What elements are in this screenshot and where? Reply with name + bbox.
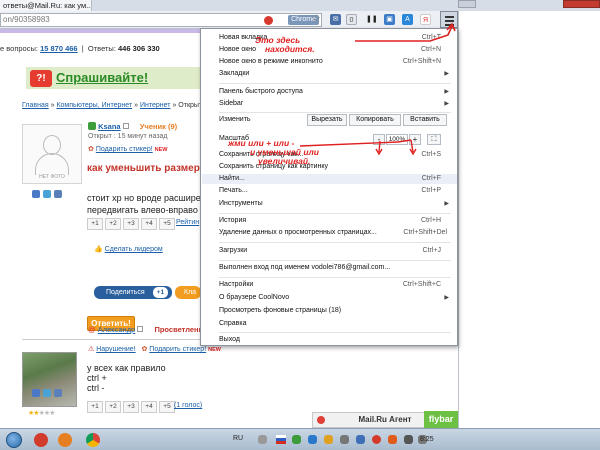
taskbar: RU 8:25 xyxy=(0,428,600,450)
tray-icon[interactable] xyxy=(324,435,333,444)
chrome-icon[interactable] xyxy=(86,433,100,447)
tray-icon[interactable] xyxy=(388,435,397,444)
firefox-icon[interactable] xyxy=(58,433,72,447)
flag-icon[interactable] xyxy=(276,435,286,444)
tray-icon[interactable] xyxy=(258,435,267,444)
network-icon[interactable] xyxy=(404,435,413,444)
opera-icon[interactable] xyxy=(34,433,48,447)
tray-icon[interactable] xyxy=(372,435,381,444)
clock[interactable]: 8:25 xyxy=(420,436,434,443)
tray-icon[interactable] xyxy=(356,435,365,444)
annotation-arrows xyxy=(299,22,456,156)
tray-icon[interactable] xyxy=(308,435,317,444)
tray-icon[interactable] xyxy=(340,435,349,444)
start-button[interactable] xyxy=(6,432,22,448)
tray-icon[interactable] xyxy=(292,435,301,444)
language-indicator[interactable]: RU xyxy=(233,435,243,442)
